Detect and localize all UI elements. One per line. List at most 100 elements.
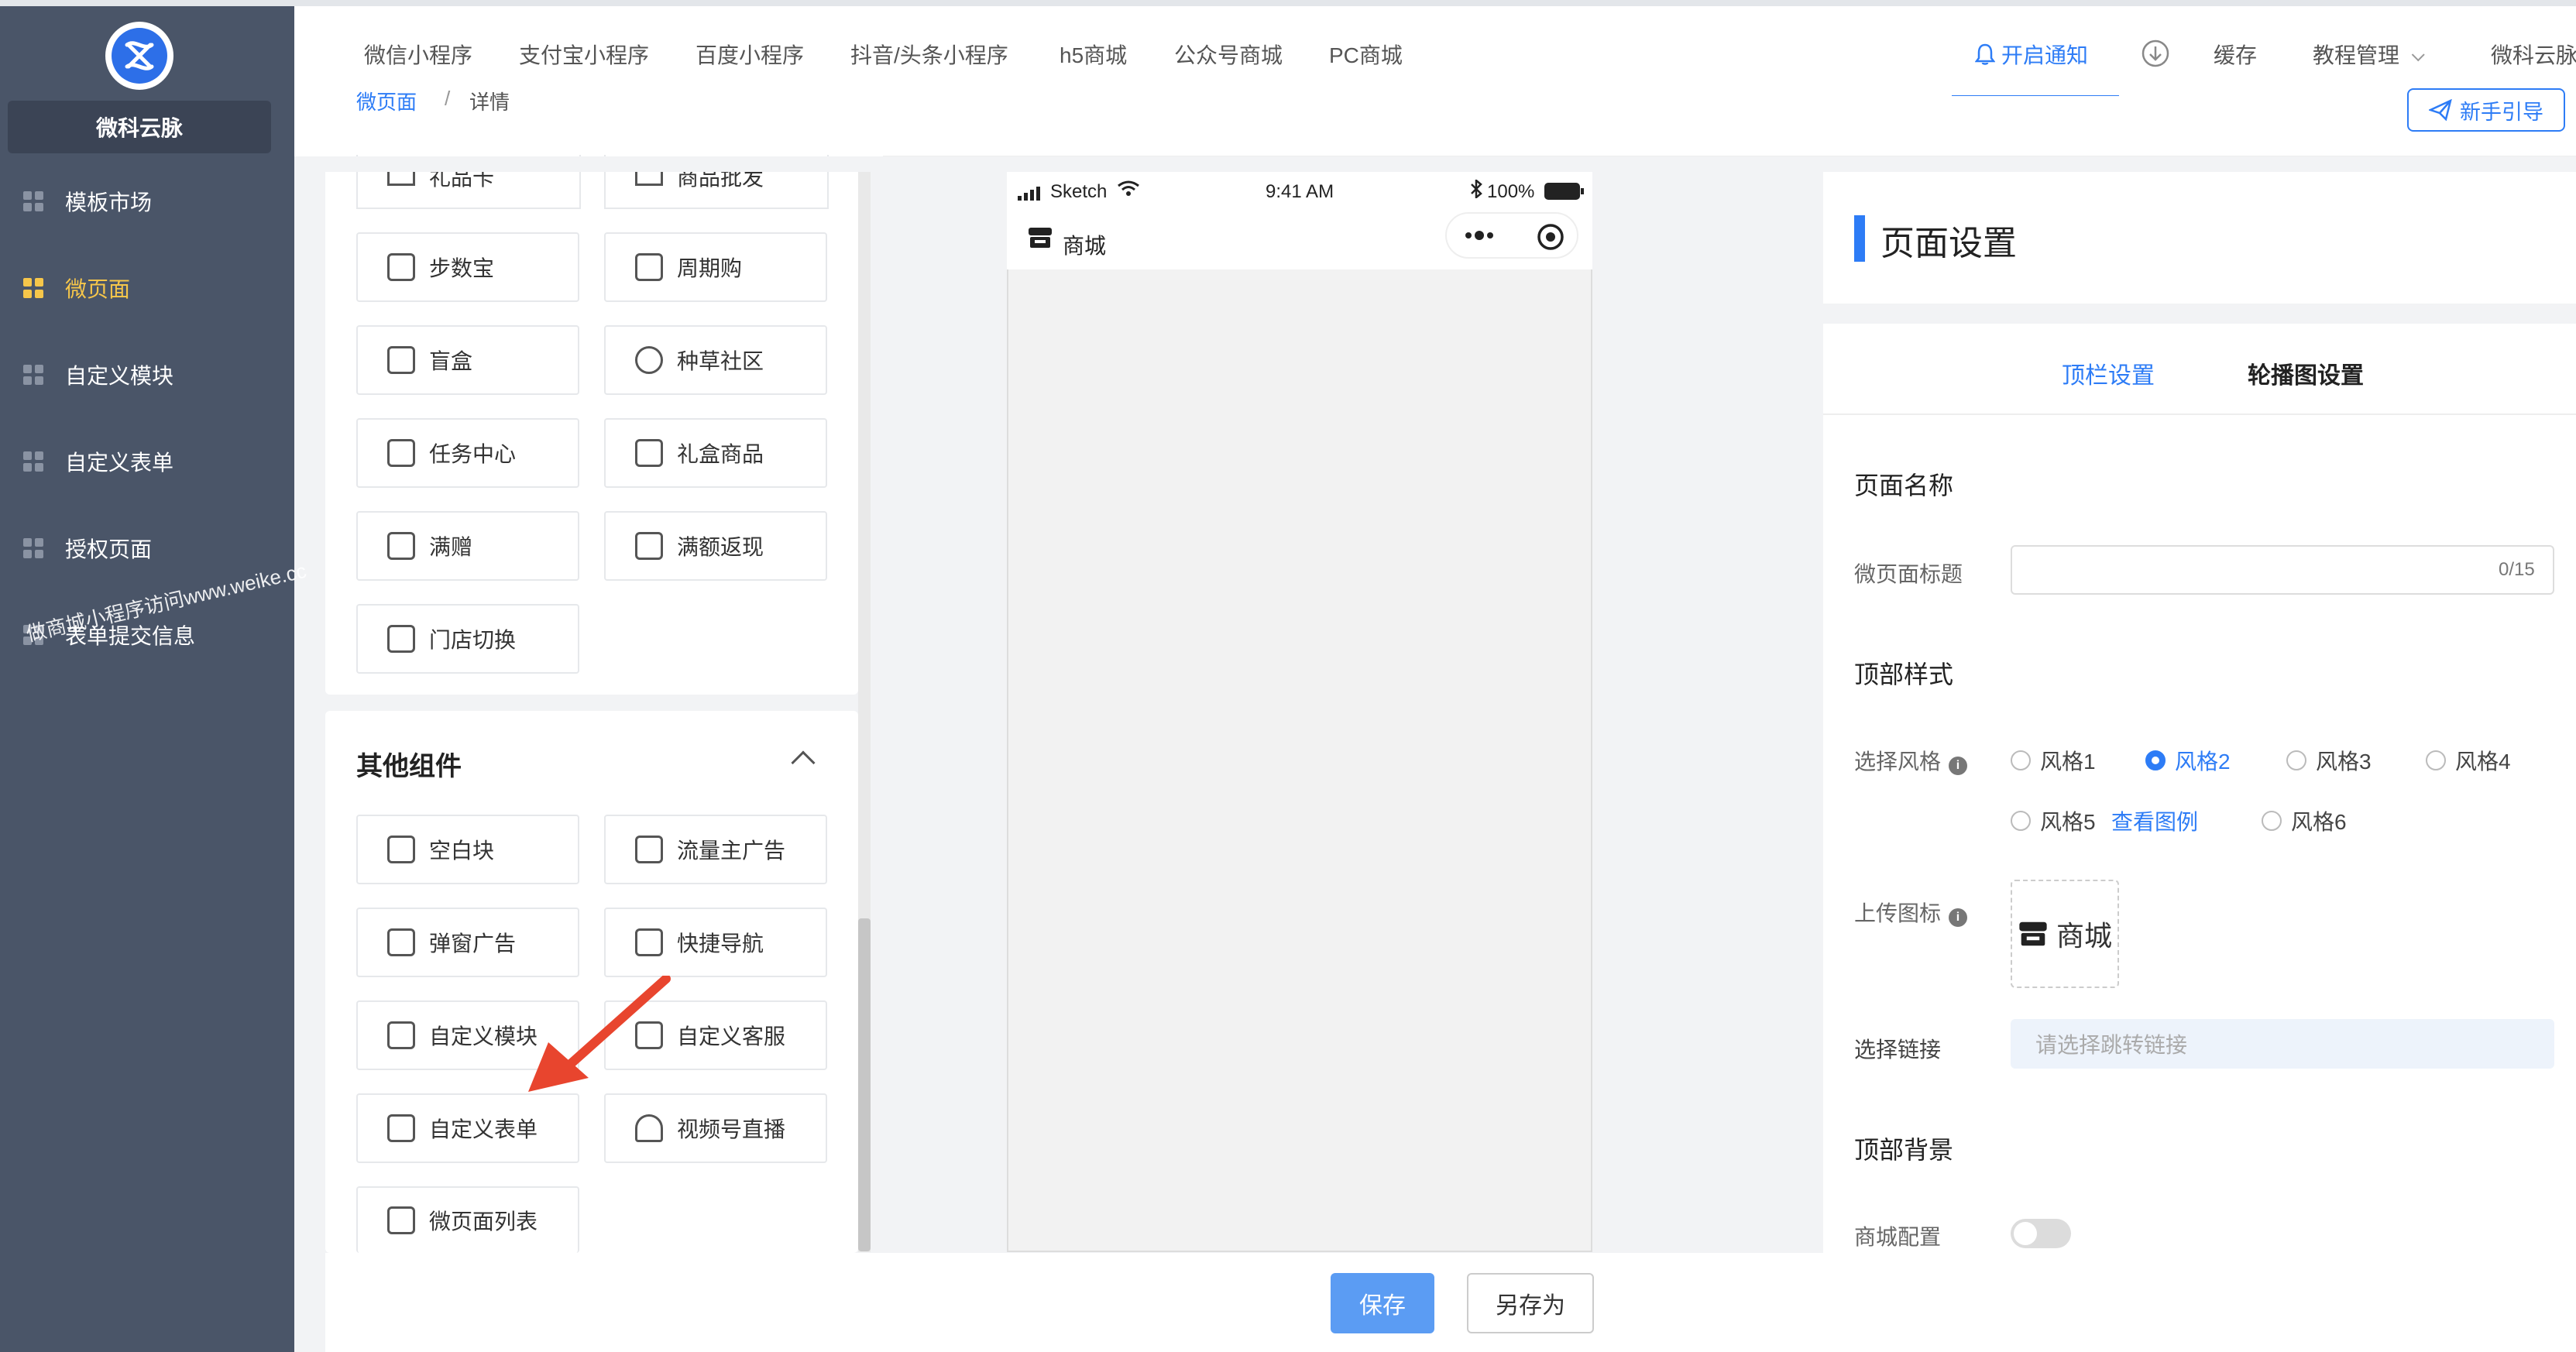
- sidebar-item-custom-module[interactable]: 自定义模块: [0, 336, 294, 413]
- sidebar-item-custom-form[interactable]: 自定义表单: [0, 423, 294, 500]
- component-quick-nav[interactable]: 快捷导航: [604, 908, 827, 977]
- bell-icon: [1974, 43, 1996, 71]
- component-page-list[interactable]: 微页面列表: [356, 1186, 579, 1253]
- miniprogram-capsule[interactable]: [1445, 212, 1578, 259]
- save-as-button[interactable]: 另存为: [1467, 1273, 1594, 1333]
- notification-toggle[interactable]: 开启通知: [1974, 39, 2089, 71]
- guide-button-label: 新手引导: [2460, 100, 2543, 124]
- info-icon[interactable]: i: [1949, 908, 1968, 927]
- more-icon[interactable]: [1464, 226, 1498, 249]
- style-option-6[interactable]: 风格6: [2262, 805, 2347, 836]
- component-gift-box[interactable]: 礼盒商品: [604, 418, 827, 488]
- component-label: 流量主广告: [677, 839, 786, 863]
- user-name[interactable]: 微科云脉: [2491, 39, 2576, 70]
- tab-h5-mall[interactable]: h5商城: [1060, 39, 1127, 70]
- component-blind-box[interactable]: 盲盒: [356, 325, 579, 395]
- component-wholesale-stub[interactable]: 商品批发: [604, 172, 829, 209]
- style-option-4[interactable]: 风格4: [2426, 745, 2511, 776]
- upload-preview-label: 商城: [2056, 920, 2112, 952]
- component-cashback[interactable]: 满额返现: [604, 511, 827, 581]
- calendar-icon: [635, 253, 663, 281]
- component-label: 步数宝: [429, 256, 495, 280]
- wifi-icon: [1117, 180, 1140, 202]
- component-label: 弹窗广告: [429, 932, 517, 956]
- box-icon: [387, 346, 415, 374]
- tab-pc-mall[interactable]: PC商城: [1329, 39, 1403, 70]
- style-option-label: 风格5: [2040, 810, 2096, 834]
- component-label: 周期购: [677, 256, 743, 280]
- style-label-row: 选择风格 i: [1854, 745, 1968, 776]
- upload-label: 上传图标: [1854, 901, 1942, 925]
- style-option-label: 风格2: [2175, 750, 2231, 774]
- radio-icon: [2286, 750, 2306, 770]
- gift-card-icon: [387, 172, 415, 186]
- view-example-link[interactable]: 查看图例: [2111, 805, 2198, 836]
- mall-config-label: 商城配置: [1854, 1225, 1942, 1249]
- component-subscription[interactable]: 周期购: [604, 232, 827, 302]
- annotation-arrow-icon: [511, 974, 697, 1111]
- breadcrumb-current: 详情: [469, 91, 510, 114]
- shop-icon: [1027, 226, 1053, 253]
- style-option-2[interactable]: 风格2: [2145, 745, 2231, 776]
- style-option-5[interactable]: 风格5: [2011, 805, 2096, 836]
- save-button[interactable]: 保存: [1331, 1273, 1434, 1333]
- mall-config-toggle[interactable]: [2011, 1219, 2071, 1248]
- link-select[interactable]: 请选择跳转链接: [2011, 1019, 2554, 1069]
- breadcrumb-link[interactable]: 微页面: [356, 87, 417, 115]
- component-community[interactable]: 种草社区: [604, 325, 827, 395]
- cache-link[interactable]: 缓存: [2214, 39, 2257, 70]
- sidebar-item-template-market[interactable]: 模板市场: [0, 163, 294, 240]
- char-counter: 0/15: [2499, 559, 2535, 580]
- notification-label: 开启通知: [2001, 43, 2089, 67]
- page-title-input[interactable]: [2011, 545, 2554, 595]
- gift-icon: [387, 532, 415, 560]
- tab-official-account-mall[interactable]: 公众号商城: [1174, 39, 1283, 70]
- component-step-treasure[interactable]: 步数宝: [356, 232, 579, 302]
- radio-icon: [2011, 750, 2031, 770]
- form-icon: [387, 1114, 415, 1142]
- style-option-label: 风格4: [2455, 750, 2511, 774]
- style-option-1[interactable]: 风格1: [2011, 745, 2096, 776]
- info-icon[interactable]: i: [1949, 757, 1968, 775]
- component-store-switch[interactable]: 门店切换: [356, 604, 579, 674]
- guide-button[interactable]: 新手引导: [2407, 88, 2565, 132]
- sidebar-item-micro-page[interactable]: 微页面: [0, 249, 294, 327]
- breadcrumb-separator: /: [445, 87, 451, 110]
- tutorial-menu[interactable]: 教程管理: [2313, 39, 2425, 70]
- component-task-center[interactable]: 任务中心: [356, 418, 579, 488]
- tab-banner-settings[interactable]: 轮播图设置: [2248, 356, 2364, 390]
- panel-scrollbar-thumb[interactable]: [858, 918, 871, 1251]
- link-label: 选择链接: [1854, 1038, 1942, 1062]
- tab-topbar-settings[interactable]: 顶栏设置: [2062, 356, 2155, 390]
- icon-upload-box[interactable]: 商城: [2011, 880, 2119, 988]
- store-icon: [387, 625, 415, 653]
- component-label: 满额返现: [677, 535, 764, 559]
- shop-icon: [2018, 920, 2049, 948]
- tab-alipay-miniprogram[interactable]: 支付宝小程序: [519, 39, 649, 70]
- grid-icon: [23, 365, 43, 385]
- sidebar-item-label: 微页面: [65, 277, 131, 301]
- close-target-icon[interactable]: [1537, 223, 1564, 255]
- tab-wechat-miniprogram[interactable]: 微信小程序: [364, 39, 472, 70]
- component-label: 自定义表单: [429, 1117, 538, 1141]
- carrier-label: Sketch: [1050, 181, 1108, 202]
- logo-mark-icon: [112, 28, 167, 84]
- style-option-3[interactable]: 风格3: [2286, 745, 2372, 776]
- style-option-label: 风格3: [2316, 750, 2372, 774]
- live-icon: [635, 1114, 663, 1142]
- radio-icon: [2011, 811, 2031, 831]
- component-traffic-ad[interactable]: 流量主广告: [604, 815, 827, 884]
- component-label: 礼盒商品: [677, 442, 764, 466]
- grid-icon: [23, 451, 43, 472]
- grid-icon: [23, 538, 43, 558]
- phone-preview[interactable]: [1007, 172, 1592, 1252]
- component-popup-ad[interactable]: 弹窗广告: [356, 908, 579, 977]
- component-blank-block[interactable]: 空白块: [356, 815, 579, 884]
- component-gift-card-stub[interactable]: 礼品卡: [356, 172, 581, 209]
- wholesale-icon: [635, 172, 663, 186]
- footer-bar: [325, 1253, 2576, 1352]
- tab-baidu-miniprogram[interactable]: 百度小程序: [696, 39, 804, 70]
- download-icon[interactable]: [2141, 39, 2170, 72]
- tab-douyin-miniprogram[interactable]: 抖音/头条小程序: [850, 39, 1008, 70]
- component-full-gift[interactable]: 满赠: [356, 511, 579, 581]
